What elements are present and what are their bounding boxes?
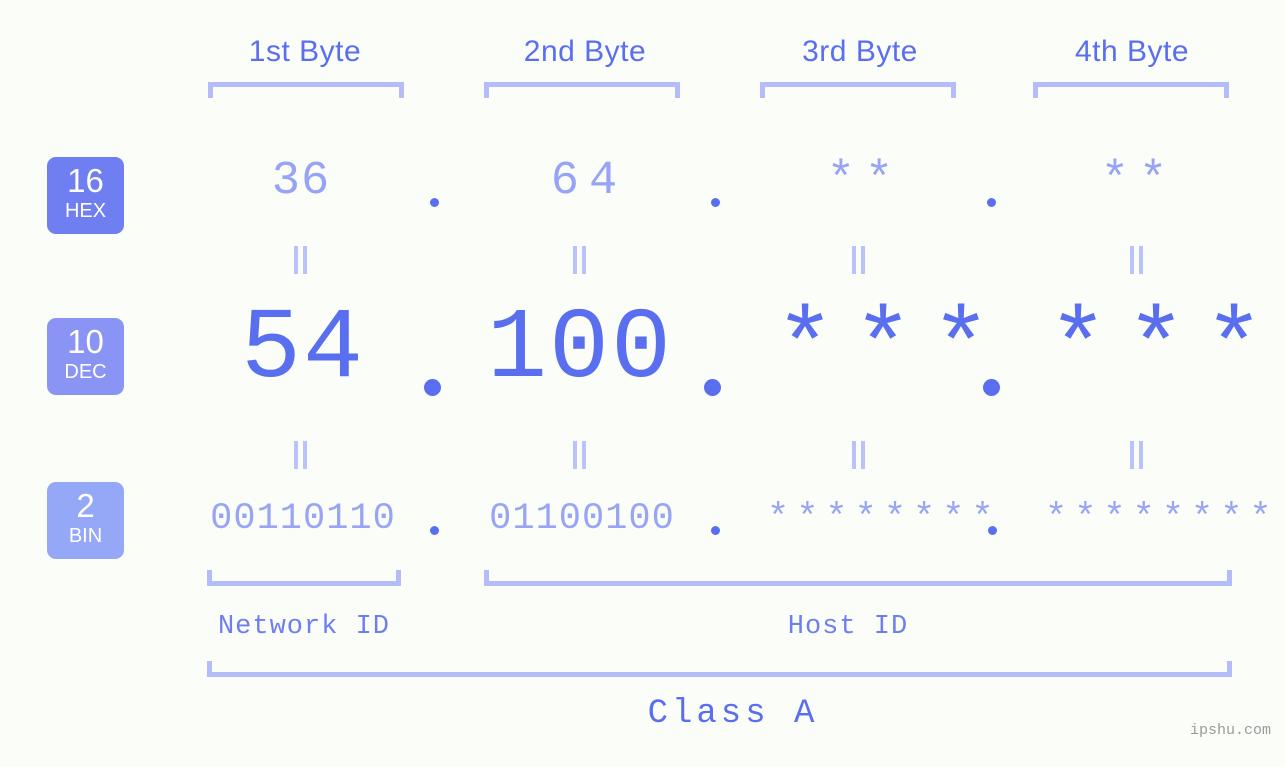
bin-separator-dot-1: [430, 526, 439, 535]
dec-separator-dot-1: [424, 379, 441, 396]
base-badge-hex-name: HEX: [64, 200, 107, 222]
dec-separator-dot-2: [704, 379, 721, 396]
network-id-bracket: [207, 570, 401, 586]
byte-bracket-top-3: [760, 82, 956, 98]
byte-header-4: 4th Byte: [1074, 35, 1190, 68]
byte-bracket-top-4: [1033, 82, 1229, 98]
base-badge-hex-number: 16: [67, 162, 104, 199]
site-watermark: ipshu.com: [1189, 722, 1271, 739]
equals-connector-dec-bin-3: [852, 441, 866, 469]
host-id-bracket: [484, 570, 1232, 586]
equals-connector-hex-dec-4: [1130, 246, 1144, 274]
bin-byte-3: ********: [767, 498, 1001, 540]
bin-byte-4: ********: [1045, 498, 1279, 540]
hex-byte-3: **: [826, 155, 904, 208]
equals-connector-dec-bin-1: [294, 441, 308, 469]
bin-separator-dot-3: [988, 526, 997, 535]
byte-header-1: 1st Byte: [248, 35, 362, 68]
class-bracket: [207, 661, 1232, 677]
byte-header-2: 2nd Byte: [523, 35, 647, 68]
dec-byte-2: 100: [486, 294, 674, 407]
base-badge-bin: 2 BIN: [47, 482, 124, 559]
bin-byte-1: 00110110: [210, 498, 396, 540]
equals-connector-hex-dec-3: [852, 246, 866, 274]
hex-byte-4: **: [1100, 155, 1178, 208]
hex-separator-dot-3: [987, 198, 996, 207]
bin-separator-dot-2: [711, 526, 720, 535]
hex-separator-dot-2: [711, 198, 720, 207]
byte-bracket-top-2: [484, 82, 680, 98]
byte-header-3: 3rd Byte: [802, 35, 918, 68]
ip-byte-breakdown-diagram: 1st Byte 2nd Byte 3rd Byte 4th Byte 16 H…: [0, 0, 1285, 767]
dec-byte-3: ***: [775, 294, 1010, 407]
byte-bracket-top-1: [208, 82, 404, 98]
host-id-label: Host ID: [787, 612, 909, 642]
dec-byte-4: ***: [1048, 294, 1283, 407]
equals-connector-hex-dec-1: [294, 246, 308, 274]
equals-connector-dec-bin-4: [1130, 441, 1144, 469]
dec-byte-1: 54: [240, 294, 366, 407]
hex-byte-2: 64: [550, 155, 628, 208]
network-id-label: Network ID: [217, 612, 391, 642]
base-badge-bin-name: BIN: [68, 525, 103, 547]
class-label: Class A: [647, 695, 819, 733]
equals-connector-hex-dec-2: [573, 246, 587, 274]
dec-separator-dot-3: [983, 379, 1000, 396]
base-badge-hex: 16 HEX: [47, 157, 124, 234]
base-badge-dec-name: DEC: [64, 361, 107, 383]
hex-separator-dot-1: [430, 198, 439, 207]
base-badge-dec: 10 DEC: [47, 318, 124, 395]
base-badge-bin-number: 2: [76, 487, 95, 524]
base-badge-dec-number: 10: [67, 323, 104, 360]
hex-byte-1: 36: [271, 155, 331, 208]
equals-connector-dec-bin-2: [573, 441, 587, 469]
bin-byte-2: 01100100: [489, 498, 675, 540]
